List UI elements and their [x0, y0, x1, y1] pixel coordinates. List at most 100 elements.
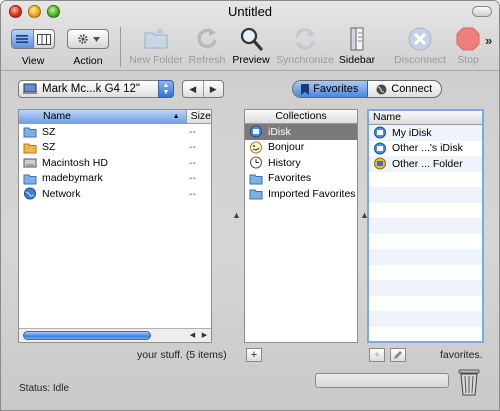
magnifier-icon [240, 27, 263, 51]
local-items-note: your stuff. (5 items) [137, 349, 227, 361]
folder-icon [249, 172, 263, 185]
favorite-item-label: Other ... Folder [392, 157, 463, 170]
new-folder-icon [144, 28, 168, 49]
empty-row [369, 265, 482, 281]
favorite-item[interactable]: Other ...'s iDisk [369, 141, 482, 157]
collections-header: Collections [245, 110, 357, 124]
size-column-header[interactable]: Size [187, 110, 211, 123]
close-window-button[interactable] [9, 5, 22, 18]
file-size: -- [189, 187, 196, 200]
preview-label: Preview [232, 54, 270, 66]
column-view-button[interactable] [34, 30, 55, 48]
name-column-header[interactable]: Name ▲ [19, 110, 187, 123]
idisk-icon [373, 126, 387, 139]
globe-icon [23, 187, 37, 200]
collection-item[interactable]: History [245, 155, 357, 171]
back-button[interactable]: ◀ [183, 81, 204, 97]
computer-popup[interactable]: Mark Mc...k G4 12" ▲ ▼ [18, 80, 174, 98]
file-row[interactable]: madebymark -- [19, 171, 211, 187]
scroll-left-arrow[interactable]: ◀ [187, 330, 198, 341]
back-forward-control[interactable]: ◀ ▶ [182, 80, 224, 98]
list-view-icon [16, 35, 29, 43]
zoom-window-button[interactable] [47, 5, 60, 18]
computer-icon [23, 83, 37, 94]
file-size: -- [189, 172, 196, 185]
tab-favorites[interactable]: Favorites [293, 81, 368, 97]
empty-row [369, 234, 482, 250]
empty-row [369, 218, 482, 234]
tab-connect-label: Connect [391, 83, 433, 95]
favorites-note: favorites. [440, 349, 483, 361]
trash-icon[interactable] [457, 367, 481, 397]
file-size: -- [189, 141, 196, 154]
file-row[interactable]: Network -- [19, 186, 211, 202]
toolbar: View Action New Folder Refresh Preview S… [1, 23, 499, 69]
collection-item-label: History [268, 156, 301, 169]
stop-icon [456, 27, 480, 51]
bookmark-icon [301, 83, 310, 95]
gear-icon [77, 34, 88, 44]
action-label: Action [73, 55, 103, 67]
preview-button[interactable]: Preview [222, 25, 280, 66]
public-folder-icon [373, 157, 387, 170]
local-files-pane[interactable]: Name ▲ Size SZ -- SZ -- Macintosh HD -- madeby… [18, 109, 212, 343]
view-mode-control[interactable] [11, 29, 55, 49]
forward-button[interactable]: ▶ [204, 81, 224, 97]
favorites-pane[interactable]: Name My iDisk Other ...'s iDisk Other ... … [367, 109, 484, 343]
idisk-icon [373, 142, 387, 155]
scroll-right-arrow[interactable]: ▶ [199, 330, 210, 341]
title-bar[interactable]: Untitled [1, 1, 499, 23]
sidebar-label: Sidebar [338, 54, 376, 66]
list-view-button[interactable] [12, 30, 34, 48]
collection-item-label: Imported Favorites [268, 187, 356, 200]
favorite-item[interactable]: My iDisk [369, 125, 482, 141]
tab-connect[interactable]: Connect [368, 81, 442, 97]
status-text: Status: Idle [19, 383, 70, 394]
refresh-icon [197, 28, 217, 49]
empty-row [369, 280, 482, 296]
scrollbar-thumb[interactable] [23, 331, 151, 340]
collection-item-label: Bonjour [268, 141, 305, 154]
collection-item[interactable]: iDisk [245, 124, 357, 140]
favorite-item-label: My iDisk [392, 126, 432, 139]
edit-favorite-button[interactable] [390, 348, 406, 362]
empty-row [369, 311, 482, 327]
name-column-label: Name [43, 110, 72, 122]
stop-label: Stop [457, 54, 479, 66]
globe-icon [376, 84, 387, 94]
clock-icon [249, 156, 263, 169]
new-folder-label: New Folder [129, 54, 183, 66]
add-favorite-button[interactable]: + [369, 348, 385, 362]
add-collection-button[interactable]: + [246, 348, 262, 362]
pane-splitter[interactable]: ▲ [232, 210, 241, 220]
minimize-window-button[interactable] [28, 5, 41, 18]
empty-row [369, 203, 482, 219]
file-row[interactable]: SZ -- [19, 140, 211, 156]
toolbar-divider [120, 27, 121, 67]
collections-pane[interactable]: Collections iDisk Bonjour History Favorites… [244, 109, 358, 343]
favorites-header: Name [369, 111, 482, 125]
file-row[interactable]: Macintosh HD -- [19, 155, 211, 171]
file-size: -- [189, 125, 196, 138]
collection-item[interactable]: Favorites [245, 171, 357, 187]
hard-drive-icon [23, 156, 37, 169]
toolbar-separator [1, 70, 499, 71]
horizontal-scrollbar[interactable]: ◀ ▶ [19, 328, 211, 342]
folder-icon [249, 187, 263, 200]
collection-item[interactable]: Bonjour [245, 140, 357, 156]
tab-favorites-label: Favorites [313, 83, 359, 95]
toolbar-toggle-button[interactable] [472, 6, 492, 17]
file-row[interactable]: SZ -- [19, 124, 211, 140]
sidebar-button[interactable]: Sidebar [328, 25, 386, 66]
chevron-down-icon [92, 36, 100, 42]
sort-ascending-icon: ▲ [172, 113, 180, 120]
new-folder-button[interactable]: New Folder [127, 25, 185, 66]
pencil-icon [394, 351, 402, 359]
favorite-item[interactable]: Other ... Folder [369, 156, 482, 172]
toolbar-overflow-button[interactable]: » [485, 33, 492, 48]
mode-tabs[interactable]: Favorites Connect [292, 80, 442, 98]
column-view-icon [36, 33, 51, 45]
collection-item[interactable]: Imported Favorites [245, 186, 357, 202]
synchronize-button[interactable]: Synchronize [276, 25, 334, 66]
action-button[interactable] [67, 29, 109, 49]
